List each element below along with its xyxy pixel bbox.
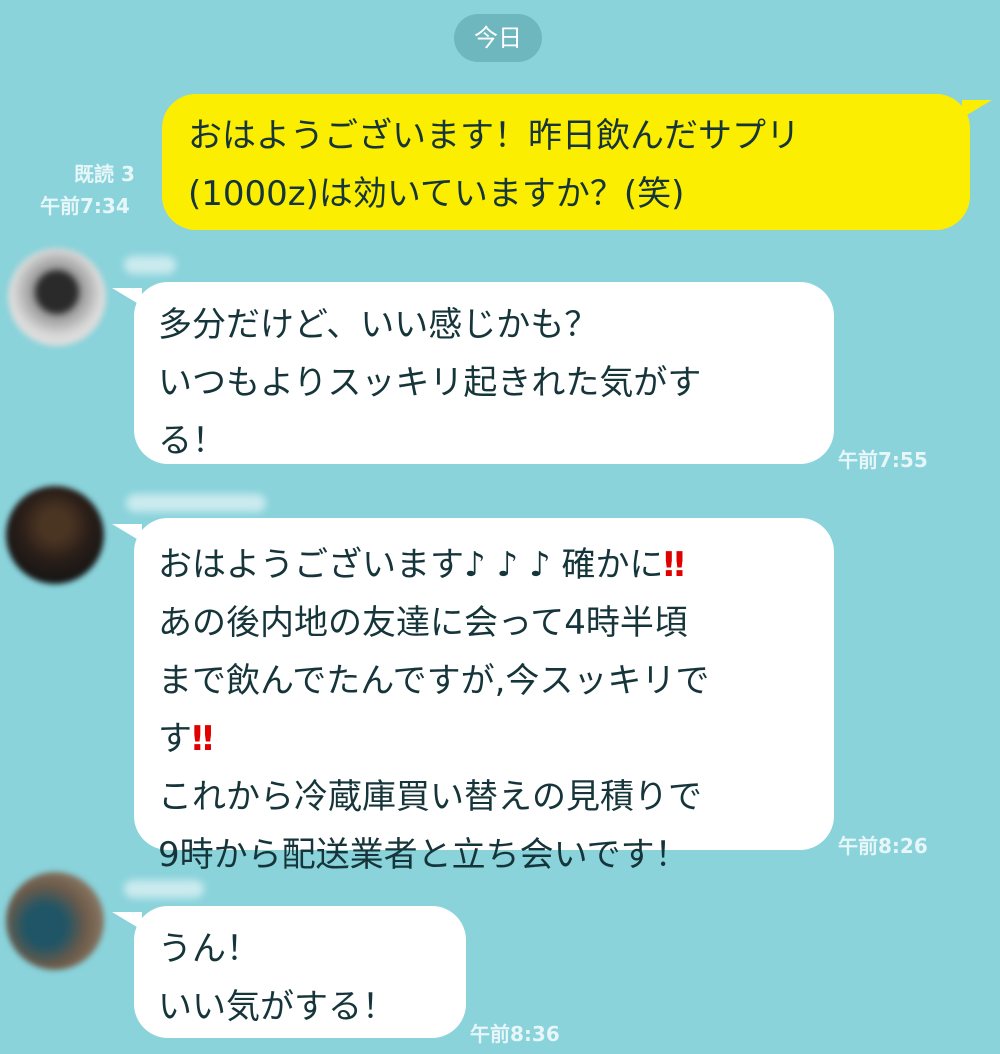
emphasis-mark: ‼ (663, 545, 685, 585)
message-line: おはようございます♪ ♪ ♪ 確かに (158, 545, 664, 585)
message-line: これから冷蔵庫買い替えの見積りで (158, 777, 702, 817)
avatar[interactable] (6, 872, 104, 970)
sender-name-hidden (126, 494, 266, 512)
avatar[interactable] (8, 248, 106, 346)
bubble-tail (112, 524, 142, 542)
bubble-tail (112, 288, 142, 306)
message-line: 9時から配送業者と立ち会いです！ (158, 835, 689, 875)
message-time: 午前7:55 (838, 448, 928, 472)
message-bubble-other[interactable]: おはようございます♪ ♪ ♪ 確かに‼ あの後内地の友達に会って4時半頃 まで飲… (134, 518, 834, 875)
sender-name-hidden (124, 256, 176, 274)
message-bubble-other[interactable]: 多分だけど、いい感じかも？ いつもよりスッキリ起きれた気がす る！ (134, 282, 834, 464)
sender-name-hidden (124, 880, 204, 898)
date-separator: 今日 (454, 14, 542, 62)
message-line: す (158, 719, 192, 759)
message-line: あの後内地の友達に会って4時半頃 (158, 603, 688, 643)
message-line: おはようございます！昨日飲んだサプリ (188, 116, 800, 156)
bubble-tail (962, 100, 992, 118)
message-line: うん！ (158, 929, 260, 969)
message-line: いつもよりスッキリ起きれた気がす (158, 363, 702, 403)
message-line: まで飲んでたんですが,今スッキリで (158, 661, 710, 701)
message-bubble-other[interactable]: うん！ いい気がする！ (134, 906, 466, 1038)
message-time: 午前7:34 (40, 194, 130, 218)
message-line: いい気がする！ (158, 987, 396, 1027)
message-line: (1000z)は効いていますか？(笑) (188, 174, 685, 214)
message-line: る！ (158, 421, 226, 461)
message-time: 午前8:36 (470, 1022, 560, 1046)
avatar[interactable] (6, 486, 104, 584)
message-bubble-self[interactable]: おはようございます！昨日飲んだサプリ (1000z)は効いていますか？(笑) (162, 94, 970, 230)
message-line: 多分だけど、いい感じかも？ (158, 305, 599, 345)
emphasis-mark: ‼ (192, 719, 214, 759)
message-time: 午前8:26 (838, 834, 928, 858)
bubble-tail (112, 912, 142, 930)
read-receipt: 既読 3 (74, 162, 135, 186)
